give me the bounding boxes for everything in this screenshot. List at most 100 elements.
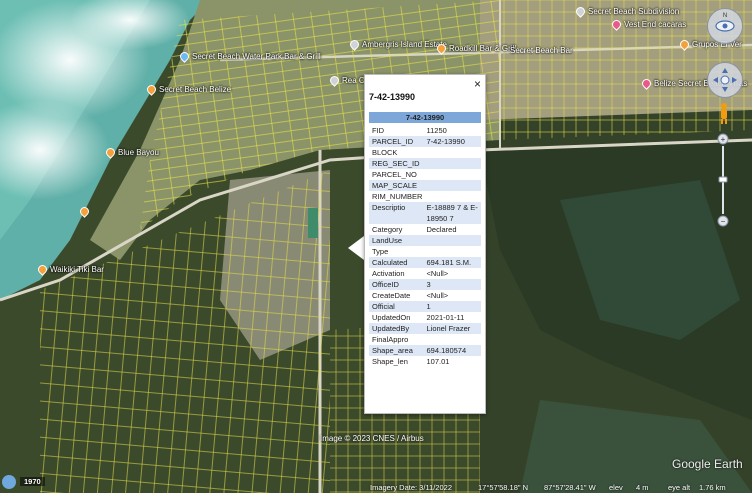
- popup-pointer: [348, 236, 364, 260]
- attribute-key: Shape_len: [372, 357, 408, 366]
- pan-arrows-icon: [713, 68, 737, 92]
- poi-marker-icon: [104, 146, 117, 159]
- longitude: 87°57'28.41" W: [544, 482, 596, 492]
- attribute-row: PARCEL_NO: [369, 169, 481, 180]
- move-joystick[interactable]: [707, 62, 743, 98]
- attribute-value: [427, 147, 482, 158]
- attribute-key: PARCEL_NO: [372, 170, 417, 179]
- attribute-row: UpdatedBy Lionel Frazer: [369, 323, 481, 334]
- poi-blue-bayou[interactable]: Blue Bayou: [104, 146, 159, 159]
- poi-vest-end-cacaras[interactable]: Vest End cacaras: [610, 18, 686, 31]
- attribute-row: Shape_len 107.01: [369, 356, 481, 367]
- attribute-key: Category: [372, 225, 403, 234]
- poi-secret-beach-water-park[interactable]: Secret Beach Water Park Bar & Grill: [178, 50, 321, 63]
- elevation-value: 4 m: [636, 482, 649, 492]
- poi-unnamed-orange[interactable]: [78, 205, 91, 218]
- attribute-row: OfficeID 3: [369, 279, 481, 290]
- attribute-value: [427, 169, 482, 180]
- attribute-row: Descriptio E-18889 7 & E-18950 7: [369, 202, 481, 224]
- attribute-value: [427, 180, 482, 191]
- attribute-row: CreateDate <Null>: [369, 290, 481, 301]
- parcel-info-popup: × 7-42-13990 7-42-13990 FID 11250 PARCEL_I…: [364, 74, 486, 414]
- poi-secret-beach-belize[interactable]: Secret Beach Belize: [145, 83, 231, 96]
- attribute-key: BLOCK: [372, 148, 398, 157]
- attribute-value: 11250: [426, 126, 447, 135]
- attribute-key: FID: [372, 126, 385, 135]
- attribute-row: Official 1: [369, 301, 481, 312]
- poi-roadkill-bar[interactable]: Roadkill Bar & Grill: [435, 42, 516, 55]
- attribute-row: PARCEL_ID 7-42-13990: [369, 136, 481, 147]
- attribute-row: LandUse: [369, 235, 481, 246]
- attribute-key: UpdatedBy: [372, 324, 410, 333]
- attribute-row: UpdatedOn 2021-01-11: [369, 312, 481, 323]
- attribute-key: UpdatedOn: [372, 313, 411, 322]
- attribute-row: FinalAppro: [369, 334, 481, 345]
- attribute-value: <Null>: [426, 291, 449, 300]
- attribute-row: Shape_area 694.180574: [369, 345, 481, 356]
- pegman-icon[interactable]: [718, 102, 730, 124]
- poi-marker-icon: [435, 42, 448, 55]
- svg-text:−: −: [721, 217, 726, 226]
- attribute-value: 107.01: [426, 357, 450, 366]
- imagery-date: Imagery Date: 3/11/2022: [370, 482, 452, 492]
- attribute-row: FID 11250: [369, 125, 481, 136]
- poi-marker-icon: [610, 18, 623, 31]
- poi-secret-beach-bar[interactable]: Secret Beach Bar: [510, 46, 573, 55]
- attribute-row: Calculated 694.181 S.M.: [369, 257, 481, 268]
- attribute-row: REG_SEC_ID: [369, 158, 481, 169]
- attribute-value: 1: [426, 302, 431, 311]
- attribute-key: Official: [372, 302, 395, 311]
- attribute-value: 3: [426, 280, 431, 289]
- popup-table-header: 7-42-13990: [369, 112, 481, 123]
- google-earth-logo: Google Earth: [672, 457, 743, 471]
- attribute-value: [427, 191, 482, 202]
- attribute-value: [427, 334, 482, 345]
- look-joystick[interactable]: N: [707, 8, 743, 44]
- attribute-value: 7-42-13990: [426, 137, 465, 146]
- attribute-row: Category Declared: [369, 224, 481, 235]
- attribute-key: Type: [372, 247, 389, 256]
- svg-text:N: N: [723, 13, 727, 19]
- attribute-row: BLOCK: [369, 147, 481, 158]
- attribute-value: <Null>: [426, 269, 449, 278]
- poi-marker-icon: [328, 74, 341, 87]
- attribute-table: FID 11250 PARCEL_ID 7-42-13990 BLOCK REG_SEC_…: [369, 125, 481, 367]
- attribute-key: FinalAppro: [372, 335, 409, 344]
- poi-marker-icon: [640, 77, 653, 90]
- attribute-key: OfficeID: [372, 280, 399, 289]
- attribute-row: MAP_SCALE: [369, 180, 481, 191]
- attribute-key: Descriptio: [372, 203, 406, 212]
- attribute-row: Activation <Null>: [369, 268, 481, 279]
- poi-marker-icon: [178, 50, 191, 63]
- attribute-value: E-18889 7 & E-18950 7: [426, 203, 478, 223]
- poi-marker-icon: [145, 83, 158, 96]
- attribute-row: Type: [369, 246, 481, 257]
- attribute-key: REG_SEC_ID: [372, 159, 420, 168]
- attribute-key: CreateDate: [372, 291, 411, 300]
- elevation-label: elev: [609, 482, 623, 492]
- attribute-value: 694.180574: [426, 346, 467, 355]
- poi-waikiki-tiki-bar[interactable]: Waikiki Tiki Bar: [36, 263, 104, 276]
- poi-marker-icon: [78, 205, 91, 218]
- poi-marker-icon: [348, 38, 361, 51]
- attribute-value: [427, 235, 482, 246]
- attribute-row: RIM_NUMBER: [369, 191, 481, 202]
- latitude: 17°57'58.18" N: [478, 482, 529, 492]
- attribute-key: Shape_area: [372, 346, 413, 355]
- attribute-value: 694.181 S.M.: [426, 258, 472, 267]
- attribute-key: Calculated: [372, 258, 408, 267]
- attribute-key: RIM_NUMBER: [372, 192, 423, 201]
- year-badge[interactable]: 1970: [20, 477, 45, 486]
- poi-ambergris-island-estate[interactable]: Ambergris Island Estate: [348, 38, 447, 51]
- zoom-slider[interactable]: + −: [717, 133, 729, 227]
- historical-imagery-icon[interactable]: [2, 475, 16, 489]
- attribute-value: 2021-01-11: [426, 313, 465, 322]
- attribute-key: LandUse: [372, 236, 403, 245]
- attribute-key: Activation: [372, 269, 405, 278]
- popup-title: 7-42-13990: [369, 92, 416, 102]
- attribute-value: Lionel Frazer: [426, 324, 471, 333]
- poi-secret-beach-subdivision[interactable]: Secret Beach Subdivision: [574, 5, 679, 18]
- close-icon[interactable]: ×: [474, 77, 481, 91]
- poi-marker-icon: [574, 5, 587, 18]
- svg-text:+: +: [721, 135, 726, 144]
